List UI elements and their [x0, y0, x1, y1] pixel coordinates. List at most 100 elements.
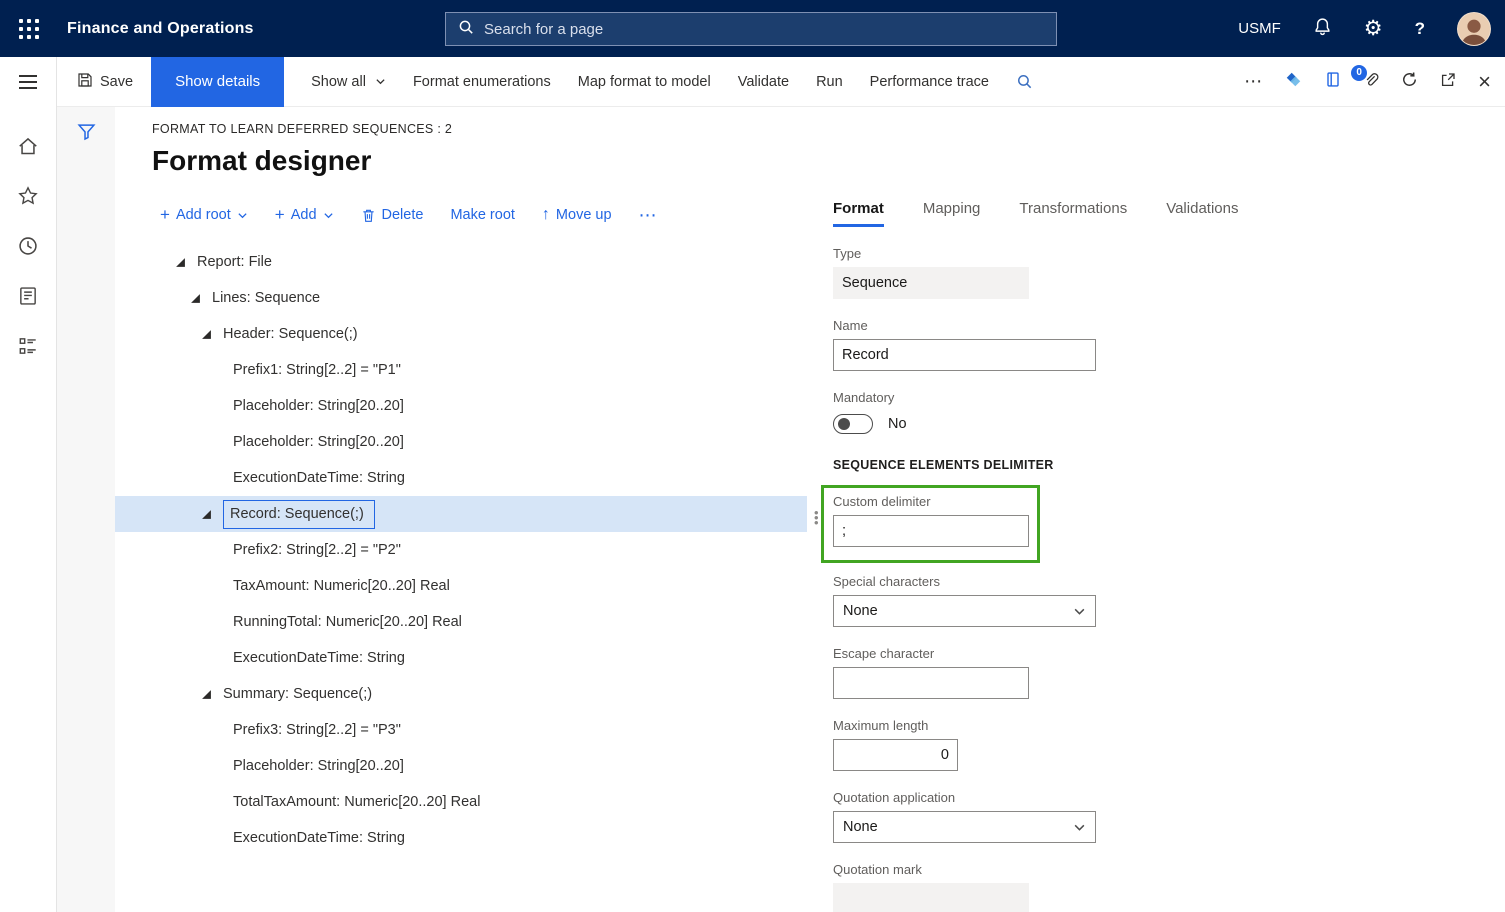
global-search-box[interactable]: Search for a page [445, 12, 1057, 46]
tree-node-label: Record: Sequence(;) [223, 500, 375, 529]
tree-node[interactable]: RunningTotal: Numeric[20..20] Real [115, 604, 807, 640]
tree-node-label: TotalTaxAmount: Numeric[20..20] Real [233, 794, 480, 810]
performance-trace-button[interactable]: Performance trace [870, 74, 989, 90]
attachments-icon[interactable]: 0 [1363, 72, 1379, 92]
workspaces-icon[interactable] [17, 285, 39, 307]
command-search-icon[interactable] [1016, 73, 1033, 90]
type-field: Sequence [833, 267, 1029, 299]
expand-triangle-icon[interactable] [175, 257, 186, 268]
app-title[interactable]: Finance and Operations [67, 20, 254, 38]
quotation-application-dropdown[interactable]: None [833, 811, 1096, 843]
name-input[interactable] [833, 339, 1096, 371]
map-format-to-model-button[interactable]: Map format to model [578, 74, 711, 90]
open-in-new-window-icon[interactable] [1440, 72, 1456, 92]
tree-node[interactable]: Placeholder: String[20..20] [115, 424, 807, 460]
move-up-icon: ↑ [542, 206, 550, 224]
tree-node-label: Placeholder: String[20..20] [233, 398, 404, 414]
mandatory-value: No [888, 416, 907, 432]
guide-icon[interactable] [1325, 71, 1341, 92]
tree-node-label: Summary: Sequence(;) [223, 686, 372, 702]
expand-triangle-icon[interactable] [201, 689, 212, 700]
expand-triangle-icon[interactable] [190, 293, 201, 304]
tree-node[interactable]: ExecutionDateTime: String [115, 460, 807, 496]
custom-delimiter-label: Custom delimiter [833, 494, 1037, 509]
show-details-button[interactable]: Show details [151, 57, 284, 107]
tree-more-icon[interactable]: ⋯ [639, 205, 658, 226]
escape-character-input[interactable] [833, 667, 1029, 699]
tree-node[interactable]: Report: File [115, 244, 807, 280]
run-label: Run [816, 74, 843, 90]
tree-node[interactable]: Prefix1: String[2..2] = "P1" [115, 352, 807, 388]
highlight-box: Custom delimiter [821, 485, 1040, 563]
tree-node[interactable]: TotalTaxAmount: Numeric[20..20] Real [115, 784, 807, 820]
tree-node[interactable]: Placeholder: String[20..20] [115, 748, 807, 784]
format-tree: Report: File Lines: Sequence Header: Seq… [115, 244, 807, 856]
tree-node-label: Report: File [197, 254, 272, 270]
validate-button[interactable]: Validate [738, 74, 789, 90]
expand-triangle-icon[interactable] [201, 509, 212, 520]
run-button[interactable]: Run [816, 74, 843, 90]
close-icon[interactable]: × [1478, 71, 1491, 93]
search-placeholder: Search for a page [484, 21, 603, 38]
tree-node[interactable]: Header: Sequence(;) [115, 316, 807, 352]
tree-node-label: ExecutionDateTime: String [233, 650, 405, 666]
tab-mapping[interactable]: Mapping [923, 200, 981, 224]
maximum-length-input[interactable] [833, 739, 958, 771]
mandatory-toggle[interactable] [833, 414, 873, 434]
escape-character-label: Escape character [833, 646, 1465, 661]
menu-icon[interactable] [0, 57, 56, 107]
quotation-mark-label: Quotation mark [833, 862, 1465, 877]
tab-validations[interactable]: Validations [1166, 200, 1238, 224]
tab-format[interactable]: Format [833, 200, 884, 227]
move-up-button[interactable]: ↑ Move up [542, 206, 612, 224]
tree-node[interactable]: Prefix3: String[2..2] = "P3" [115, 712, 807, 748]
tree-node[interactable]: Lines: Sequence [115, 280, 807, 316]
tree-node[interactable]: ExecutionDateTime: String [115, 640, 807, 676]
validate-label: Validate [738, 74, 789, 90]
custom-delimiter-input[interactable] [833, 515, 1029, 547]
special-characters-label: Special characters [833, 574, 1465, 589]
diamond-icon[interactable] [1285, 71, 1303, 93]
app-launcher-icon[interactable] [0, 0, 57, 57]
plus-icon: + [160, 205, 170, 225]
format-enumerations-button[interactable]: Format enumerations [413, 74, 551, 90]
tree-node-label: RunningTotal: Numeric[20..20] Real [233, 614, 462, 630]
filter-icon[interactable] [77, 122, 96, 146]
special-characters-dropdown[interactable]: None [833, 595, 1096, 627]
favorites-icon[interactable] [17, 185, 39, 207]
tree-node-selected[interactable]: Record: Sequence(;) [115, 496, 807, 532]
tree-node[interactable]: Summary: Sequence(;) [115, 676, 807, 712]
splitter-dots-icon[interactable]: ••• [814, 510, 819, 525]
tree-node[interactable]: Prefix2: String[2..2] = "P2" [115, 532, 807, 568]
tab-transformations[interactable]: Transformations [1019, 200, 1127, 224]
tree-node[interactable]: TaxAmount: Numeric[20..20] Real [115, 568, 807, 604]
tree-node[interactable]: Placeholder: String[20..20] [115, 388, 807, 424]
help-icon[interactable]: ? [1415, 19, 1425, 39]
settings-gear-icon[interactable]: ⚙ [1364, 18, 1383, 39]
save-button[interactable]: Save [77, 72, 133, 92]
recent-icon[interactable] [17, 235, 39, 257]
add-root-button[interactable]: + Add root [160, 205, 248, 225]
bell-icon[interactable] [1313, 17, 1332, 41]
detail-tabs: Format Mapping Transformations Validatio… [833, 200, 1465, 232]
expand-triangle-icon[interactable] [201, 329, 212, 340]
pane-splitter[interactable]: ••• [807, 200, 833, 912]
plus-icon: + [275, 205, 285, 225]
name-label: Name [833, 318, 1465, 333]
more-commands-icon[interactable]: ⋯ [1244, 71, 1263, 92]
chevron-down-icon [1073, 821, 1086, 834]
add-button[interactable]: + Add [275, 205, 334, 225]
company-picker[interactable]: USMF [1238, 20, 1281, 37]
home-icon[interactable] [17, 135, 39, 157]
tree-node-label: Lines: Sequence [212, 290, 320, 306]
refresh-icon[interactable] [1401, 71, 1418, 92]
avatar[interactable] [1457, 12, 1491, 46]
chevron-down-icon [323, 210, 334, 221]
search-icon [458, 19, 474, 40]
tree-node[interactable]: ExecutionDateTime: String [115, 820, 807, 856]
delete-button[interactable]: Delete [361, 207, 424, 223]
modules-icon[interactable] [17, 335, 39, 357]
show-all-button[interactable]: Show all [311, 74, 386, 90]
tree-node-label: TaxAmount: Numeric[20..20] Real [233, 578, 450, 594]
make-root-button[interactable]: Make root [450, 207, 514, 223]
